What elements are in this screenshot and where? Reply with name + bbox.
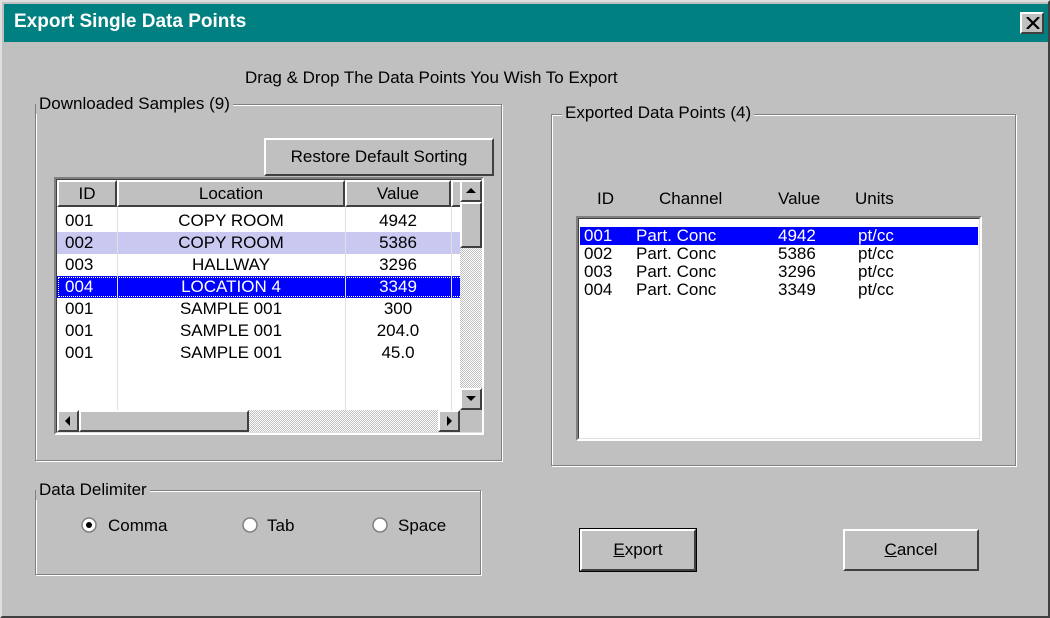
- exported-list-item[interactable]: 002 Part. Conc 5386 pt/cc: [580, 245, 978, 263]
- scrollbar-corner: [460, 410, 482, 432]
- column-divider: [451, 207, 452, 411]
- exported-header-id: ID: [597, 189, 614, 208]
- downloaded-samples-label: Downloaded Samples (9): [36, 94, 233, 114]
- exported-data-points-label: Exported Data Points (4): [562, 103, 755, 123]
- export-dialog: Export Single Data Points Drag & Drop Th…: [0, 0, 1050, 618]
- horizontal-scroll-thumb[interactable]: [79, 410, 249, 432]
- downloaded-samples-table: ID Location Value 001 COPY ROOM 4942 002…: [54, 177, 484, 435]
- window-title: Export Single Data Points: [14, 11, 247, 32]
- radio-comma[interactable]: [81, 517, 97, 533]
- export-button[interactable]: Export: [579, 528, 697, 572]
- radio-space-label[interactable]: Space: [398, 516, 446, 536]
- column-divider: [117, 207, 118, 411]
- column-divider: [345, 207, 346, 411]
- exported-list-item[interactable]: 004 Part. Conc 3349 pt/cc: [580, 281, 978, 299]
- column-header-id[interactable]: ID: [57, 180, 117, 207]
- arrow-up-icon: [466, 188, 476, 193]
- exported-data-points-list[interactable]: 001 Part. Conc 4942 pt/cc 002 Part. Conc…: [576, 216, 982, 441]
- column-header-location[interactable]: Location: [117, 180, 345, 207]
- scroll-right-button[interactable]: [438, 410, 460, 432]
- close-icon: [1026, 17, 1040, 29]
- arrow-down-icon: [466, 396, 476, 401]
- scroll-left-button[interactable]: [57, 410, 79, 432]
- radio-comma-label[interactable]: Comma: [108, 516, 168, 536]
- arrow-left-icon: [65, 416, 70, 426]
- column-header-value[interactable]: Value: [345, 180, 451, 207]
- scroll-down-button[interactable]: [460, 388, 482, 410]
- exported-list-item[interactable]: 003 Part. Conc 3296 pt/cc: [580, 263, 978, 281]
- exported-list-item-selected[interactable]: 001 Part. Conc 4942 pt/cc: [580, 227, 978, 245]
- radio-tab[interactable]: [242, 517, 258, 533]
- exported-header-channel: Channel: [659, 189, 723, 208]
- exported-header-value: Value: [778, 189, 821, 208]
- radio-tab-label[interactable]: Tab: [267, 516, 294, 536]
- restore-default-sorting-button[interactable]: Restore Default Sorting: [264, 138, 494, 176]
- instruction-text: Drag & Drop The Data Points You Wish To …: [245, 68, 618, 87]
- exported-header-units: Units: [855, 189, 894, 208]
- vertical-scroll-thumb[interactable]: [460, 202, 482, 248]
- arrow-right-icon: [447, 416, 452, 426]
- close-button[interactable]: [1020, 12, 1044, 34]
- cancel-button[interactable]: Cancel: [843, 529, 979, 571]
- title-bar[interactable]: Export Single Data Points: [4, 4, 1048, 42]
- table-body: ID Location Value 001 COPY ROOM 4942 002…: [57, 180, 463, 411]
- scroll-up-button[interactable]: [460, 180, 482, 202]
- radio-space[interactable]: [372, 517, 388, 533]
- data-delimiter-label: Data Delimiter: [36, 480, 150, 500]
